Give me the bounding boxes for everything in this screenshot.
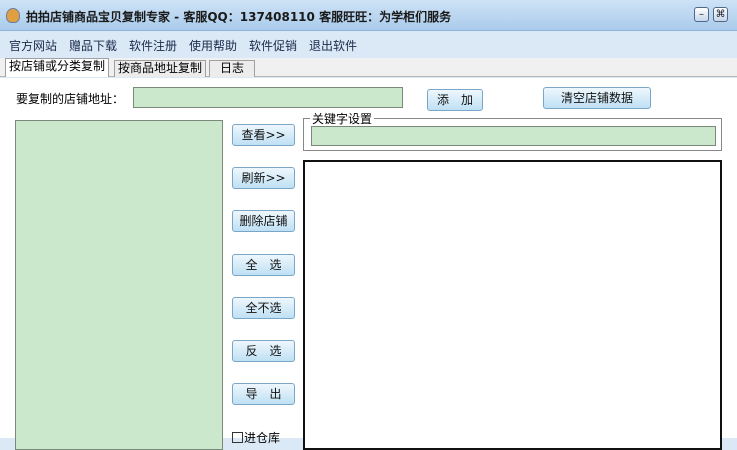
title-bar: 拍拍店铺商品宝贝复制专家 - 客服QQ：137408110 客服旺旺：为学柜们服… (0, 0, 737, 31)
view-button[interactable]: 查看>> (232, 124, 295, 146)
keyword-input[interactable] (311, 126, 716, 146)
tab-bar: 按店铺或分类复制 按商品地址复制 日志 (0, 58, 737, 77)
keyword-settings-group: 关键字设置 (303, 110, 722, 151)
refresh-button[interactable]: 刷新>> (232, 167, 295, 189)
category-list[interactable] (303, 160, 722, 450)
export-button[interactable]: 导 出 (232, 383, 295, 405)
shop-url-input[interactable] (133, 87, 403, 108)
select-all-button[interactable]: 全 选 (232, 254, 295, 276)
menu-official-site[interactable]: 官方网站 (9, 37, 57, 54)
menu-register[interactable]: 软件注册 (129, 37, 177, 54)
menu-promotion[interactable]: 软件促销 (249, 37, 297, 54)
tab-by-item-url[interactable]: 按商品地址复制 (114, 60, 207, 77)
app-icon (6, 8, 20, 23)
tab-by-shop[interactable]: 按店铺或分类复制 (5, 58, 110, 77)
to-warehouse-label: 进仓库 (244, 431, 281, 445)
keyword-settings-legend: 关键字设置 (310, 110, 375, 127)
menu-help[interactable]: 使用帮助 (189, 37, 237, 54)
shop-list[interactable] (15, 120, 223, 450)
clear-shop-data-button[interactable]: 清空店铺数据 (543, 87, 651, 109)
delete-shop-button[interactable]: 删除店铺 (232, 210, 295, 232)
menu-exit[interactable]: 退出软件 (309, 37, 357, 54)
main-panel: 要复制的店铺地址： 添 加 清空店铺数据 查看>> 刷新>> 删除店铺 全 选 … (0, 78, 737, 450)
menu-bar: 官方网站 赠品下载 软件注册 使用帮助 软件促销 退出软件 (0, 32, 737, 57)
minimize-button[interactable]: – (694, 7, 709, 22)
select-none-button[interactable]: 全不选 (232, 297, 295, 319)
menu-gift-download[interactable]: 赠品下载 (69, 37, 117, 54)
add-button[interactable]: 添 加 (427, 89, 483, 111)
close-button[interactable]: ⌘ (713, 7, 728, 22)
shop-url-label: 要复制的店铺地址： (16, 92, 125, 106)
tab-log[interactable]: 日志 (209, 60, 255, 77)
invert-selection-button[interactable]: 反 选 (232, 340, 295, 362)
window-title: 拍拍店铺商品宝贝复制专家 - 客服QQ：137408110 客服旺旺：为学柜们服… (26, 10, 452, 24)
